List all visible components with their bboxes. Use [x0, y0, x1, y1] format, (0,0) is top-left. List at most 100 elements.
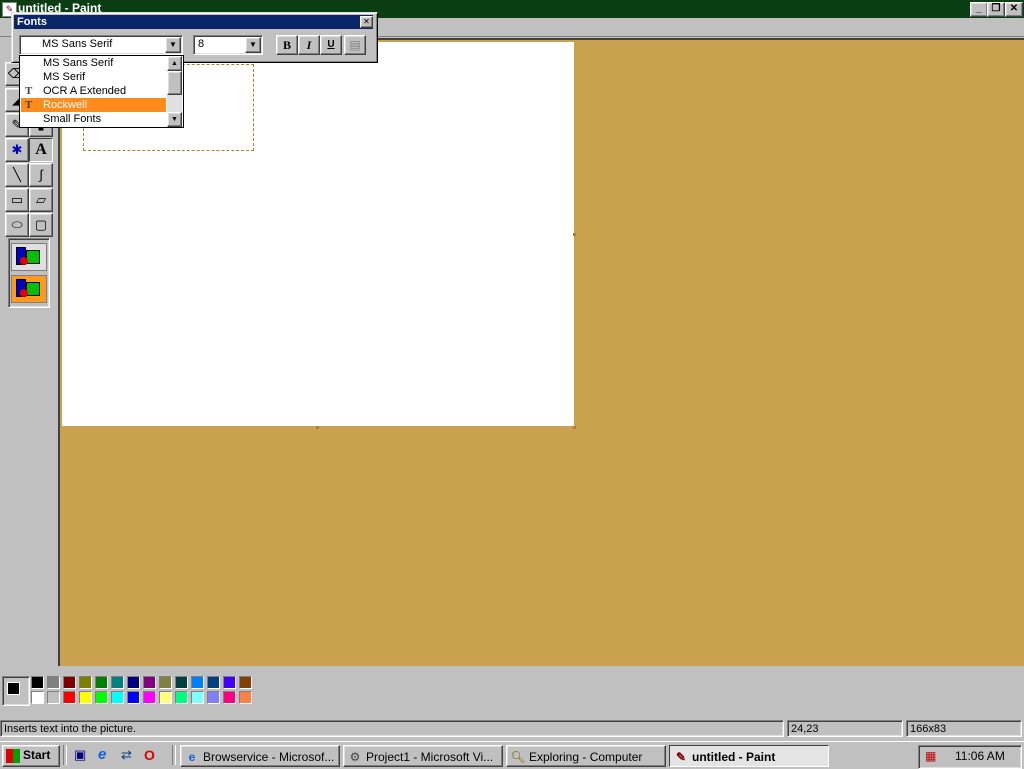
scroll-up-arrow[interactable]: ▲ — [167, 56, 182, 71]
palette-color-swatch[interactable] — [31, 691, 44, 704]
transparent-background-option[interactable] — [11, 275, 47, 303]
current-colors-box[interactable] — [2, 676, 30, 706]
font-size-dropdown-arrow[interactable]: ▼ — [245, 37, 261, 53]
foreground-color — [7, 682, 20, 695]
ellipse-tool[interactable]: ⬭ — [5, 213, 29, 237]
palette-color-swatch[interactable] — [207, 691, 220, 704]
palette-color-swatch[interactable] — [143, 676, 156, 689]
internet-explorer-icon[interactable]: e — [98, 747, 114, 763]
palette-color-swatch[interactable] — [223, 691, 236, 704]
taskbar-button-label: Browservice - Microsof... — [203, 750, 335, 764]
vb-project-icon: ⚙ — [349, 750, 361, 764]
font-name-dropdown-arrow[interactable]: ▼ — [165, 37, 181, 53]
explorer-icon: 🔍︎ — [510, 750, 526, 764]
font-option-ms-sans-serif[interactable]: MS Sans Serif — [21, 56, 166, 70]
palette-color-swatch[interactable] — [175, 676, 188, 689]
palette-color-swatch[interactable] — [47, 691, 60, 704]
tray-app-icon[interactable]: ▦ — [925, 748, 941, 764]
palette-color-swatch[interactable] — [63, 676, 76, 689]
font-size-combo[interactable]: 8 ▼ — [193, 35, 263, 55]
scroll-down-arrow[interactable]: ▼ — [167, 112, 182, 127]
palette-color-swatch[interactable] — [207, 676, 220, 689]
fonts-toolbar-titlebar[interactable]: Fonts ✕ — [14, 15, 373, 29]
palette-color-swatch[interactable] — [95, 676, 108, 689]
canvas-resize-handle-right[interactable] — [573, 233, 576, 236]
font-option-label: Rockwell — [43, 99, 88, 111]
canvas-resize-handle-corner[interactable] — [573, 426, 576, 429]
clock[interactable]: 11:06 AM — [955, 749, 1005, 763]
vertical-text-button[interactable]: ▤ — [344, 35, 366, 55]
quicklaunch-separator — [172, 745, 176, 765]
palette-color-swatch[interactable] — [159, 691, 172, 704]
palette-color-swatch[interactable] — [79, 691, 92, 704]
palette-color-swatch[interactable] — [175, 691, 188, 704]
palette-color-swatch[interactable] — [191, 676, 204, 689]
paint-icon: ✎ — [675, 750, 687, 764]
close-button[interactable]: ✕ — [1005, 2, 1023, 17]
minimize-button[interactable]: _ — [970, 2, 988, 17]
font-option-label: OCR A Extended — [43, 85, 127, 97]
rectangle-tool[interactable]: ▭ — [5, 188, 29, 212]
palette-color-swatch[interactable] — [239, 691, 252, 704]
taskbar-button-paint[interactable]: ✎ untitled - Paint — [669, 745, 829, 767]
opera-icon[interactable]: O — [144, 747, 160, 763]
font-name-combo[interactable]: MS Sans Serif ▼ — [19, 35, 183, 55]
palette-color-swatch[interactable] — [111, 691, 124, 704]
canvas-resize-handle-bottom[interactable] — [316, 426, 319, 429]
palette-color-swatch[interactable] — [111, 676, 124, 689]
palette-color-swatch[interactable] — [47, 676, 60, 689]
palette-color-swatch[interactable] — [239, 676, 252, 689]
font-name-value: MS Sans Serif — [42, 38, 113, 50]
font-option-label: Small Fonts — [43, 113, 102, 125]
font-option-ocr-a-extended[interactable]: T OCR A Extended — [21, 84, 166, 98]
shape-green-icon — [26, 282, 40, 296]
curve-tool[interactable]: ∫ — [29, 163, 53, 187]
rounded-rectangle-tool[interactable]: ▢ — [29, 213, 53, 237]
font-option-rockwell[interactable]: T Rockwell — [21, 98, 166, 112]
fonts-toolbar-close-button[interactable]: ✕ — [360, 16, 373, 28]
status-selection-size: 166x83 — [906, 720, 1022, 737]
show-desktop-icon[interactable]: ▣ — [74, 747, 90, 763]
font-option-small-fonts[interactable]: Small Fonts — [21, 112, 166, 126]
font-list-scrollbar[interactable]: ▲ ▼ — [167, 56, 182, 127]
status-help-text: Inserts text into the picture. — [0, 720, 784, 737]
taskbar-button-browservice[interactable]: e Browservice - Microsof... — [180, 745, 340, 767]
tool-options-box — [8, 238, 50, 308]
color-palette-area — [0, 666, 1024, 718]
palette-color-swatch[interactable] — [191, 691, 204, 704]
underline-button[interactable]: U — [320, 35, 342, 55]
scroll-thumb[interactable] — [167, 71, 182, 95]
palette-color-swatch[interactable] — [79, 676, 92, 689]
palette-color-swatch[interactable] — [95, 691, 108, 704]
start-button[interactable]: Start — [2, 745, 60, 767]
taskbar-button-label: untitled - Paint — [692, 750, 776, 764]
font-option-ms-serif[interactable]: MS Serif — [21, 70, 166, 84]
font-option-label: MS Serif — [43, 71, 86, 83]
airbrush-tool[interactable]: ✱ — [5, 138, 29, 162]
bold-button[interactable]: B — [276, 35, 298, 55]
fonts-toolbar-title: Fonts — [17, 16, 47, 28]
polygon-tool[interactable]: ▱ — [29, 188, 53, 212]
status-cursor-coords: 24,23 — [787, 720, 903, 737]
italic-button[interactable]: I — [298, 35, 320, 55]
taskbar-button-exploring[interactable]: 🔍︎ Exploring - Computer — [506, 745, 666, 767]
palette-color-swatch[interactable] — [31, 676, 44, 689]
restore-button[interactable]: ❐ — [987, 2, 1005, 17]
palette-color-swatch[interactable] — [127, 691, 140, 704]
palette-color-swatch[interactable] — [127, 676, 140, 689]
palette-color-swatch[interactable] — [159, 676, 172, 689]
shape-green-icon — [26, 250, 40, 264]
palette-color-swatch[interactable] — [223, 676, 236, 689]
palette-color-swatch[interactable] — [63, 691, 76, 704]
network-icon[interactable]: ⇄ — [121, 747, 137, 763]
taskbar: Start ▣ e ⇄ O e Browservice - Microsof..… — [0, 741, 1024, 769]
toolbox: ⌫ ◢ ✎ ▮ ✱ A ╲ ∫ ▭ ▱ ⬭ ▢ — [0, 38, 57, 666]
text-tool[interactable]: A — [29, 138, 53, 162]
start-label: Start — [23, 748, 51, 762]
font-dropdown-list[interactable]: MS Sans Serif MS Serif T OCR A Extended … — [19, 55, 184, 128]
opaque-background-option[interactable] — [11, 243, 47, 271]
taskbar-button-label: Exploring - Computer — [529, 750, 643, 764]
line-tool[interactable]: ╲ — [5, 163, 29, 187]
taskbar-button-project1[interactable]: ⚙ Project1 - Microsoft Vi... — [343, 745, 503, 767]
palette-color-swatch[interactable] — [143, 691, 156, 704]
